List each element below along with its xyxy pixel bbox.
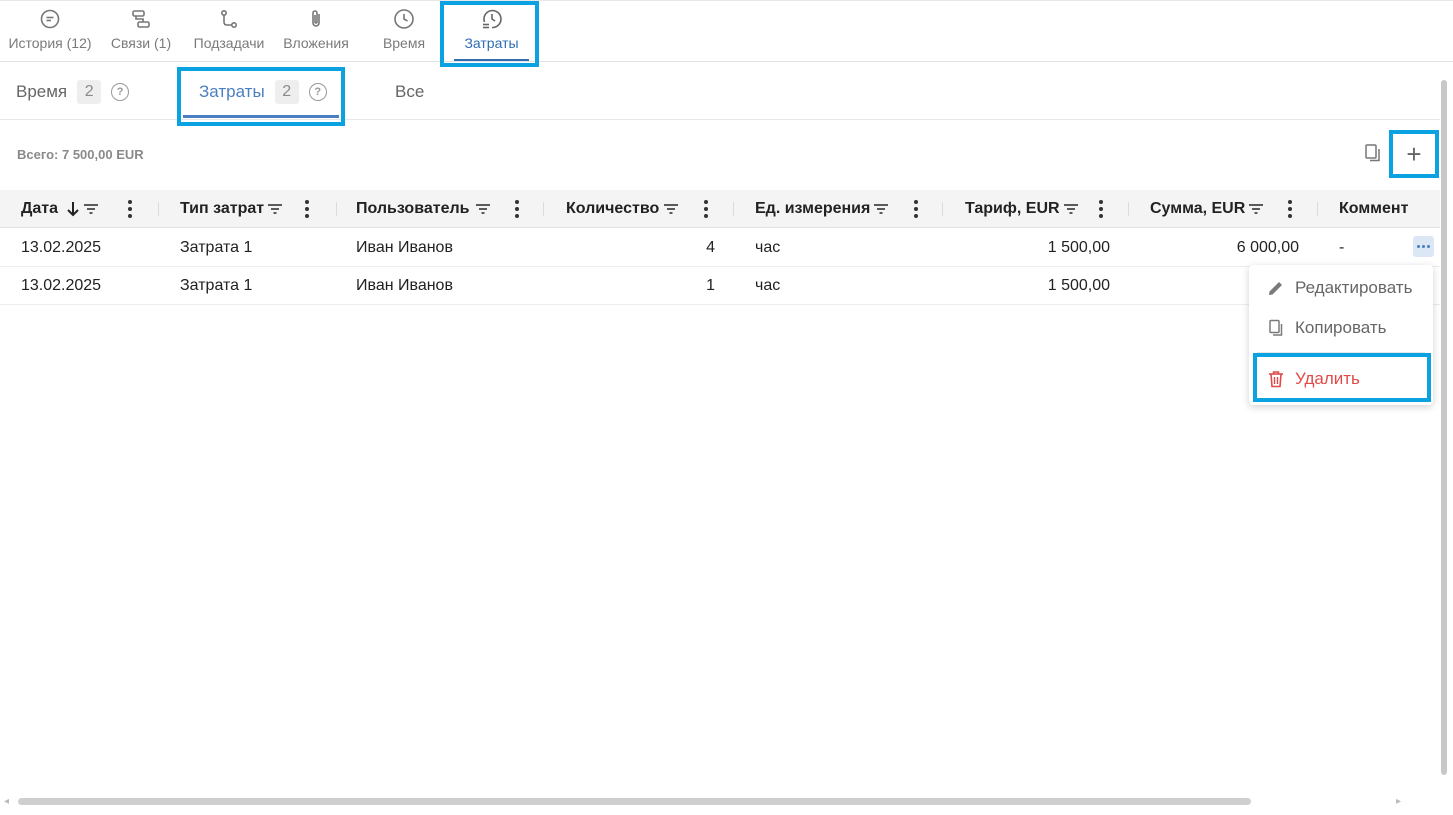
help-icon[interactable]: ? — [308, 83, 327, 101]
cell-user: Иван Иванов — [356, 239, 453, 256]
costs-clock-icon — [481, 8, 503, 30]
column-divider[interactable] — [158, 202, 159, 216]
subtab-label: Все — [395, 82, 425, 101]
column-menu-icon[interactable] — [304, 190, 310, 228]
column-header-sum[interactable]: Сумма, EUR — [1150, 190, 1264, 228]
cell-unit: час — [755, 277, 781, 294]
add-cost-button[interactable]: + — [1393, 134, 1435, 174]
column-menu-icon[interactable] — [514, 190, 520, 228]
links-icon — [130, 8, 152, 30]
tab-label: Вложения — [283, 35, 349, 51]
active-tab-indicator — [454, 59, 529, 61]
column-header-cost-type[interactable]: Тип затрат — [180, 190, 283, 228]
column-header-date[interactable]: Дата — [21, 190, 99, 228]
subtasks-icon — [218, 8, 240, 30]
column-menu-icon[interactable] — [1098, 190, 1104, 228]
subtab-label: Время — [16, 82, 68, 101]
filter-icon[interactable] — [1248, 203, 1264, 215]
column-header-rate[interactable]: Тариф, EUR — [965, 190, 1079, 228]
column-divider[interactable] — [942, 202, 943, 216]
menu-item-edit[interactable]: Редактировать — [1249, 269, 1433, 307]
help-icon[interactable]: ? — [111, 83, 130, 101]
cell-quantity: 1 — [706, 277, 715, 294]
copy-icon — [1364, 143, 1382, 168]
subtab-time[interactable]: Время 2 ? — [16, 80, 130, 104]
filter-icon[interactable] — [1063, 203, 1079, 215]
cell-cost-type: Затрата 1 — [180, 239, 253, 256]
tab-links[interactable]: Связи (1) — [107, 1, 175, 63]
column-menu-icon[interactable] — [127, 190, 133, 228]
cell-user: Иван Иванов — [356, 277, 453, 294]
filter-icon[interactable] — [663, 203, 679, 215]
filter-icon[interactable] — [267, 203, 283, 215]
tab-attachments[interactable]: Вложения — [279, 1, 353, 63]
scroll-thumb[interactable] — [18, 798, 1251, 805]
paperclip-icon — [305, 8, 327, 30]
cell-quantity: 4 — [706, 239, 715, 256]
subtab-label: Затраты — [199, 82, 265, 101]
tab-label: Время — [382, 35, 426, 51]
column-menu-icon[interactable] — [913, 190, 919, 228]
table-row[interactable]: 13.02.2025 Затрата 1 Иван Иванов 1 час 1… — [0, 267, 1440, 305]
subtab-costs[interactable]: Затраты 2 ? — [199, 80, 327, 104]
column-header-user[interactable]: Пользователь — [356, 190, 491, 228]
pencil-icon — [1267, 279, 1285, 297]
subtab-all[interactable]: Все — [395, 80, 424, 104]
filter-icon[interactable] — [475, 203, 491, 215]
count-badge: 2 — [77, 80, 102, 104]
tab-label: Затраты — [464, 35, 519, 51]
tab-time[interactable]: Время — [376, 1, 432, 63]
sort-desc-icon[interactable] — [66, 201, 80, 217]
scroll-thumb[interactable] — [1441, 80, 1447, 775]
vertical-scrollbar[interactable] — [1440, 70, 1448, 780]
menu-item-delete[interactable]: Удалить — [1249, 360, 1433, 398]
column-divider[interactable] — [1317, 202, 1318, 216]
column-header-comment[interactable]: Коммент — [1339, 190, 1410, 228]
total-summary: Всего: 7 500,00 EUR — [17, 147, 144, 162]
row-context-menu: Редактировать Копировать Удалить — [1249, 265, 1433, 405]
cell-rate: 1 500,00 — [1047, 277, 1110, 294]
cell-date: 13.02.2025 — [21, 239, 102, 256]
column-divider[interactable] — [733, 202, 734, 216]
horizontal-scrollbar[interactable]: ◂ ▸ — [0, 794, 1440, 808]
count-badge: 2 — [274, 80, 299, 104]
cell-sum: 6 000,00 — [1236, 239, 1299, 256]
column-menu-icon[interactable] — [1287, 190, 1293, 228]
cell-unit: час — [755, 239, 781, 256]
chat-icon — [39, 8, 61, 30]
filter-icon[interactable] — [83, 203, 99, 215]
table-header: Дата Тип затрат Пользователь Количество … — [0, 190, 1440, 228]
column-header-unit[interactable]: Ед. измерения — [755, 190, 889, 228]
column-divider[interactable] — [543, 202, 544, 216]
clock-icon — [393, 8, 415, 30]
column-divider[interactable] — [336, 202, 337, 216]
table-row[interactable]: 13.02.2025 Затрата 1 Иван Иванов 4 час 1… — [0, 229, 1440, 267]
row-actions-button[interactable] — [1413, 236, 1434, 257]
tab-costs[interactable]: Затраты — [447, 1, 536, 63]
column-divider[interactable] — [1128, 202, 1129, 216]
tab-label: Связи (1) — [110, 35, 172, 51]
column-header-quantity[interactable]: Количество — [566, 190, 679, 228]
scroll-left-icon[interactable]: ◂ — [4, 796, 9, 807]
top-tab-bar: История (12) Связи (1) Подзадачи Вложени… — [0, 0, 1453, 62]
tab-label: Подзадачи — [193, 35, 265, 51]
copy-icon — [1267, 319, 1285, 337]
menu-divider — [1257, 352, 1425, 353]
cell-rate: 1 500,00 — [1047, 239, 1110, 256]
cell-cost-type: Затрата 1 — [180, 277, 253, 294]
filter-icon[interactable] — [873, 203, 889, 215]
active-subtab-indicator — [183, 115, 339, 118]
tab-subtasks[interactable]: Подзадачи — [189, 1, 269, 63]
scroll-right-icon[interactable]: ▸ — [1396, 796, 1401, 807]
menu-item-copy[interactable]: Копировать — [1249, 309, 1433, 347]
tab-history[interactable]: История (12) — [4, 1, 96, 63]
column-menu-icon[interactable] — [703, 190, 709, 228]
trash-icon — [1267, 370, 1285, 388]
copy-button[interactable] — [1362, 143, 1384, 167]
cell-comment: - — [1339, 239, 1345, 256]
tab-label: История (12) — [8, 35, 92, 51]
sub-tab-bar: Время 2 ? Затраты 2 ? Все — [0, 62, 1440, 120]
cell-date: 13.02.2025 — [21, 277, 102, 294]
